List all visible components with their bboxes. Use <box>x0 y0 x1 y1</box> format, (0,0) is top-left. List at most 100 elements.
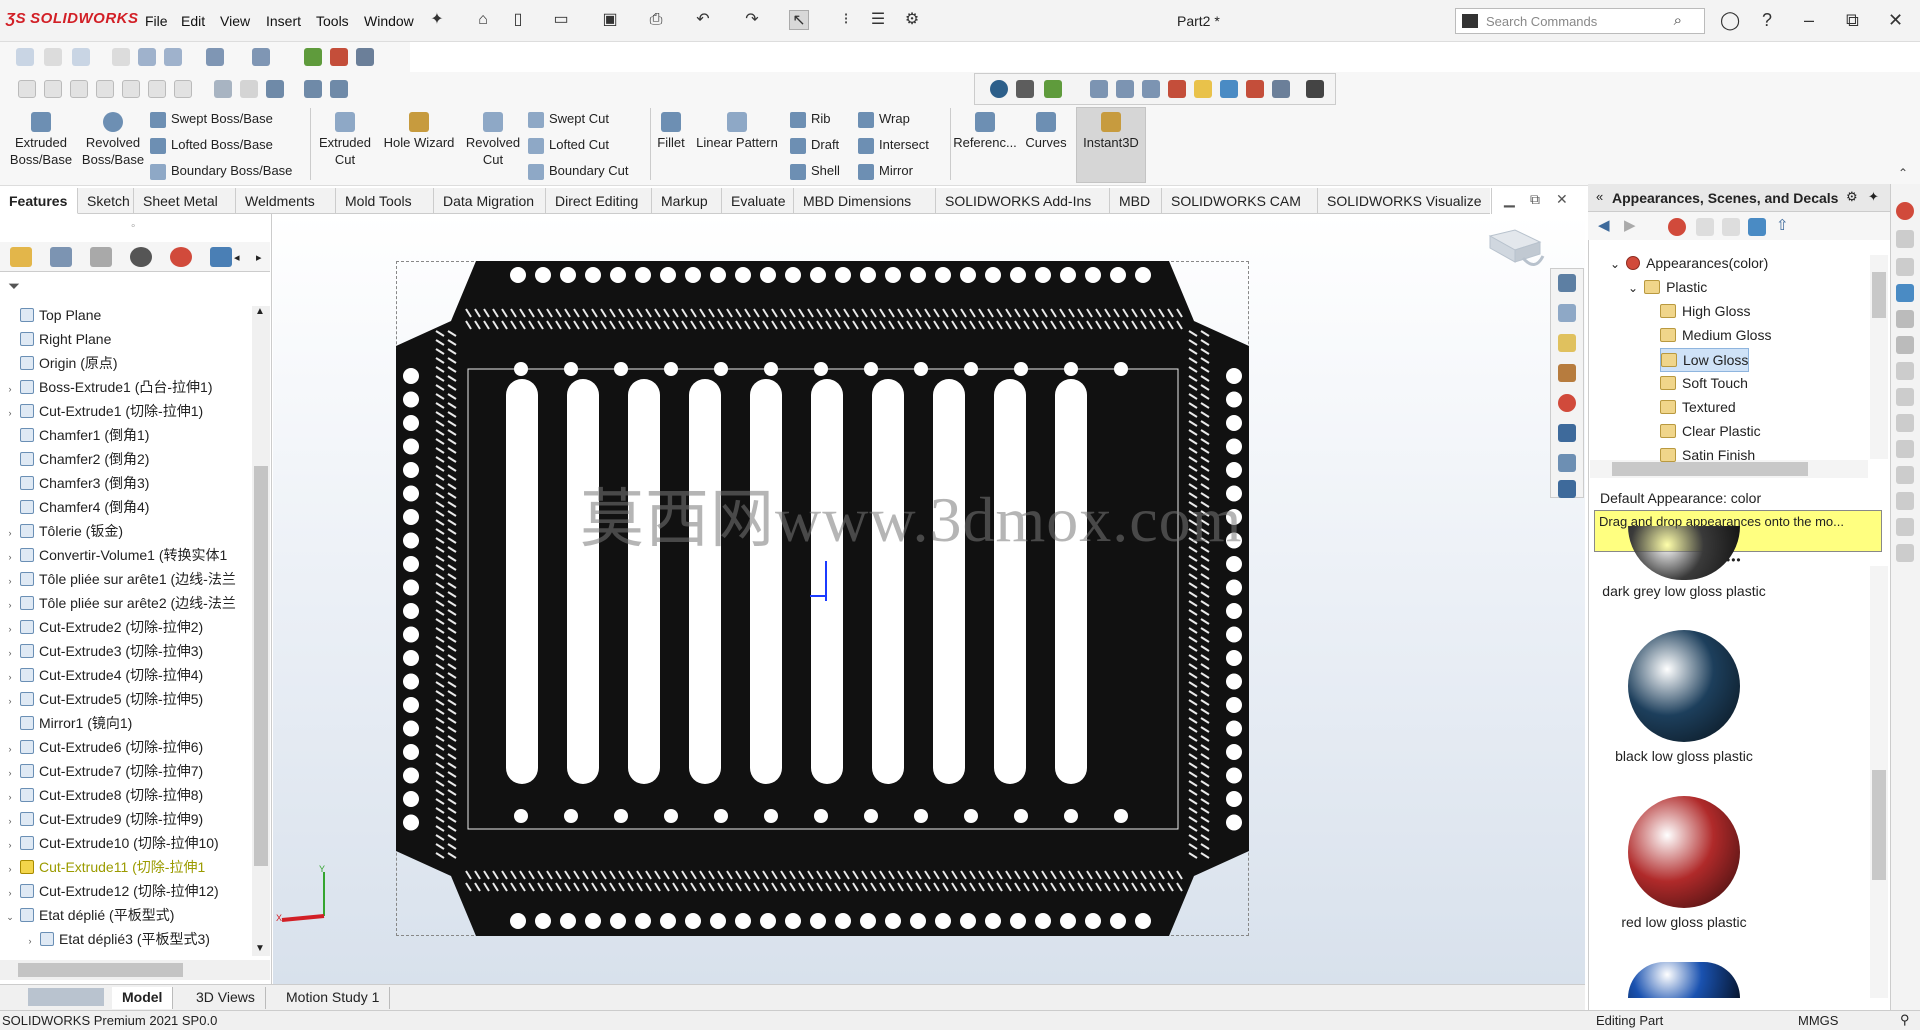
sketch-entity-icon[interactable] <box>96 80 114 98</box>
tree-horizontal-thumb[interactable] <box>18 963 183 977</box>
tab-navigation-arrows[interactable] <box>28 988 104 1006</box>
restore-button[interactable]: ⧉ <box>1846 10 1859 31</box>
intersect-button[interactable]: Intersect <box>858 137 929 154</box>
expand-arrow-icon[interactable]: › <box>4 594 16 616</box>
previous-view-icon[interactable] <box>72 48 90 66</box>
task-tab-icon[interactable] <box>1896 492 1914 510</box>
tree-item[interactable]: Chamfer4 (倒角4) <box>4 496 149 518</box>
draft-button[interactable]: Draft <box>790 137 839 154</box>
expand-arrow-icon[interactable]: › <box>4 402 16 424</box>
tree-item[interactable]: › Cut-Extrude9 (切除-拉伸9) <box>4 808 204 830</box>
tree-item[interactable]: › Cut-Extrude11 (切除-拉伸1 <box>4 856 206 878</box>
scroll-down-icon[interactable]: ▼ <box>255 943 265 954</box>
viewport-close-icon[interactable]: ✕ <box>1556 191 1568 208</box>
add-file-icon[interactable] <box>1696 218 1714 236</box>
task-tab-icon[interactable] <box>1896 230 1914 248</box>
tab-scroll-right-icon[interactable]: ▸ <box>256 251 262 264</box>
task-tab-icon[interactable] <box>1896 284 1914 302</box>
zoom-area-icon[interactable] <box>44 48 62 66</box>
appearance-swatch[interactable] <box>1628 796 1740 908</box>
tree-item[interactable]: › Cut-Extrude5 (切除-拉伸5) <box>4 688 204 710</box>
tab-solidworks-visualize[interactable]: SOLIDWORKS Visualize <box>1318 188 1492 214</box>
appearances-tab-icon[interactable] <box>1896 202 1914 220</box>
appearance-tree-item[interactable]: Soft Touch <box>1660 372 1748 394</box>
tab-direct-editing[interactable]: Direct Editing <box>546 188 652 214</box>
sketch-tool-icon[interactable] <box>330 80 348 98</box>
appearance-swatch[interactable] <box>1628 630 1740 742</box>
expand-arrow-icon[interactable]: ⌄ <box>1628 281 1638 295</box>
expand-arrow-icon[interactable]: › <box>4 762 16 784</box>
pin-icon[interactable]: ✦ <box>1868 189 1879 205</box>
solidworks-resources-icon[interactable] <box>1558 480 1576 498</box>
unit-system[interactable]: MMGS <box>1798 1013 1838 1028</box>
tab-motion-study[interactable]: Motion Study 1 <box>276 987 391 1009</box>
tab-model[interactable]: Model <box>112 987 174 1009</box>
tab-sheet-metal[interactable]: Sheet Metal <box>134 188 236 214</box>
back-icon[interactable]: ◀ <box>1598 216 1610 234</box>
fillet-button[interactable]: Fillet <box>652 108 690 151</box>
appearance-icon[interactable] <box>1044 80 1062 98</box>
view-palette-icon[interactable] <box>1558 364 1576 382</box>
expand-arrow-icon[interactable]: › <box>4 378 16 400</box>
task-tab-icon[interactable] <box>1896 440 1914 458</box>
tree-item[interactable]: › Cut-Extrude2 (切除-拉伸2) <box>4 616 204 638</box>
forward-icon[interactable]: ▶ <box>1624 216 1636 234</box>
task-tab-icon[interactable] <box>1896 336 1914 354</box>
tree-item[interactable]: › Boss-Extrude1 (凸台-拉伸1) <box>4 376 213 400</box>
tree-item[interactable]: › Tôlerie (钣金) <box>4 520 124 542</box>
display-icon[interactable] <box>1142 80 1160 98</box>
display-icon[interactable] <box>1220 80 1238 98</box>
tab-data-migration[interactable]: Data Migration <box>434 188 546 214</box>
linear-pattern-button[interactable]: Linear Pattern <box>692 108 782 151</box>
display-style-icon[interactable] <box>164 48 182 66</box>
tree-item[interactable]: › Convertir-Volume1 (转换实体1 <box>4 544 228 566</box>
save-icon[interactable]: ▣ <box>600 10 620 30</box>
tab-features[interactable]: Features <box>0 188 78 214</box>
tab-mold-tools[interactable]: Mold Tools <box>336 188 434 214</box>
lofted-boss-button[interactable]: Lofted Boss/Base <box>150 137 273 154</box>
tree-item[interactable]: › Tôle pliée sur arête2 (边线-法兰 <box>4 592 236 614</box>
home-icon[interactable]: ⌂ <box>473 10 493 30</box>
sketch-entity-icon[interactable] <box>174 80 192 98</box>
tab-mbd[interactable]: MBD <box>1110 188 1162 214</box>
search-icon[interactable]: ⌕ <box>1674 12 1682 29</box>
display-icon[interactable] <box>1168 80 1186 98</box>
close-button[interactable]: ✕ <box>1888 10 1903 31</box>
menu-insert[interactable]: Insert <box>266 13 301 29</box>
tree-item[interactable]: › Cut-Extrude12 (切除-拉伸12) <box>4 880 219 902</box>
expand-arrow-icon[interactable]: › <box>24 930 36 952</box>
appearance-tree-item[interactable]: Low Gloss <box>1660 348 1750 372</box>
expand-arrow-icon[interactable]: › <box>4 786 16 808</box>
extruded-boss-button[interactable]: Extruded Boss/Base <box>6 108 76 168</box>
zoom-icon[interactable] <box>16 48 34 66</box>
light-icon[interactable] <box>1016 80 1034 98</box>
tab-weldments[interactable]: Weldments <box>236 188 336 214</box>
collapse-ribbon-icon[interactable]: ⌃ <box>1898 166 1908 180</box>
tree-item[interactable]: Chamfer2 (倒角2) <box>4 448 149 470</box>
wrap-button[interactable]: Wrap <box>858 111 910 128</box>
file-explorer-icon[interactable] <box>1558 334 1576 352</box>
tree-item[interactable]: › Etat déplié3 (平板型式3) <box>24 928 210 950</box>
appearance-tree-item[interactable]: Textured <box>1660 396 1736 418</box>
hole-wizard-button[interactable]: Hole Wizard <box>378 108 460 151</box>
tree-scrollbar-thumb[interactable] <box>254 466 268 866</box>
edit-appearance-icon[interactable] <box>252 48 270 66</box>
hide-show-items-icon[interactable] <box>206 48 224 66</box>
appearance-tree-item[interactable]: Clear Plastic <box>1660 420 1761 442</box>
appearance-tree-item[interactable]: Medium Gloss <box>1660 324 1771 346</box>
rib-button[interactable]: Rib <box>790 111 831 128</box>
sheet-metal-part[interactable] <box>396 261 1249 936</box>
viewport-restore-icon[interactable]: ⧉ <box>1530 191 1540 208</box>
boundary-boss-button[interactable]: Boundary Boss/Base <box>150 163 292 180</box>
tree-item[interactable]: Chamfer1 (倒角1) <box>4 424 149 446</box>
sketch-entity-icon[interactable] <box>44 80 62 98</box>
up-folder-icon[interactable]: ⇧ <box>1776 216 1789 234</box>
tab-scroll-left-icon[interactable]: ◂ <box>234 251 240 264</box>
instant3d-content[interactable]: Instant3D <box>1076 108 1146 151</box>
refresh-icon[interactable] <box>1748 218 1766 236</box>
view-cube-icon[interactable] <box>1485 228 1545 274</box>
expand-arrow-icon[interactable]: › <box>4 666 16 688</box>
tab-mbd-dimensions[interactable]: MBD Dimensions <box>794 188 936 214</box>
sketch-tool-icon[interactable] <box>266 80 284 98</box>
tab-solidworks-add-ins[interactable]: SOLIDWORKS Add-Ins <box>936 188 1110 214</box>
